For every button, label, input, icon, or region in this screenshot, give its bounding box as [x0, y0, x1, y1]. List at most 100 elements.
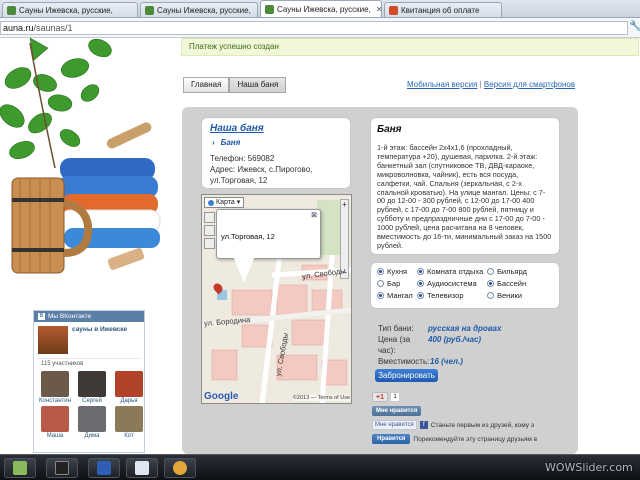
vk-member-name[interactable]: Сергей — [82, 398, 102, 404]
vk-logo-icon: B — [38, 313, 45, 320]
vk-member-name[interactable]: Кот — [124, 433, 133, 439]
vk-member[interactable]: Маша — [38, 406, 72, 439]
browser-tab-4[interactable]: Квитанция об оплате — [384, 2, 502, 17]
browser-tab-3[interactable]: Сауны Ижевска, русские, ✕ — [260, 0, 382, 17]
sauna-contact-card: Наша баня › Баня Телефон: 569082 Адрес: И… — [201, 117, 351, 189]
popup-address: ул.Торговая, 12 — [221, 232, 275, 241]
book-button[interactable]: Забронировать — [375, 369, 438, 382]
tab-our-sauna[interactable]: Наша баня — [229, 77, 287, 93]
close-icon[interactable]: ⊠ — [311, 211, 317, 219]
tab-main[interactable]: Главная — [183, 77, 230, 93]
info-key: час): — [378, 346, 396, 355]
close-tab-icon[interactable]: ✕ — [376, 5, 381, 14]
sauna-address-line-1: Адрес: Ижевск, с.Пирогово, — [210, 165, 313, 174]
vk-group[interactable]: сауны в Ижевске — [34, 322, 144, 358]
vk-member[interactable]: Дарья — [112, 371, 146, 404]
feature-audio: Аудиосистема — [417, 279, 487, 288]
url-path: /saunas/1 — [33, 23, 73, 33]
map-tool-icon[interactable] — [204, 238, 215, 249]
wrench-icon[interactable]: 🔧 — [629, 22, 640, 33]
fb-like-text: Станьте первым из друзей, кому э — [430, 421, 535, 429]
sauna-decoration-image — [0, 38, 161, 274]
feature-check-icon — [487, 292, 494, 299]
feature-lounge: Комната отдыха — [417, 267, 487, 276]
document-icon — [135, 461, 149, 475]
browser-tab-1[interactable]: Сауны Ижевска, русские, — [2, 2, 138, 17]
smartphone-version-link[interactable]: Версия для смартфонов — [484, 80, 575, 89]
location-map[interactable]: Карта ▾ + – ⊠ ул.Торговая, 12 ул. Свобод… — [201, 194, 352, 404]
map-type-selector[interactable]: Карта ▾ — [204, 197, 245, 208]
taskbar-app[interactable] — [46, 458, 78, 478]
vk-member-name[interactable]: Константин — [39, 398, 71, 404]
ok-like-button[interactable]: Нравится — [372, 434, 411, 444]
vk-group-widget: B Мы ВКонтакте сауны в Ижевске 115 участн… — [33, 310, 145, 453]
url-host: auna.ru — [3, 23, 34, 33]
mobile-version-link[interactable]: Мобильная версия — [407, 80, 477, 89]
avatar[interactable] — [41, 371, 69, 397]
gplus-button[interactable]: +1 — [372, 392, 388, 402]
vk-header-text: Мы ВКонтакте — [48, 313, 92, 320]
avatar[interactable] — [41, 406, 69, 432]
map-terms[interactable]: ©2013 — Terms of Use — [292, 395, 350, 401]
taskbar-app[interactable] — [4, 458, 36, 478]
feature-label: Веники — [497, 291, 522, 300]
payment-success-notice: Платеж успешно создан — [181, 38, 639, 56]
vk-group-name[interactable]: сауны в Ижевске — [72, 326, 127, 354]
vk-member-name[interactable]: Дарья — [120, 398, 137, 404]
ok-like-row: Нравится Порекомендуйте эту страницу дру… — [372, 434, 562, 444]
vk-members: Константин Сергей Дарья Маша Дима Кот — [34, 369, 144, 441]
link-separator: | — [479, 80, 482, 89]
tab-label: Сауны Ижевска, русские, — [277, 4, 371, 14]
sauna-title-link[interactable]: Наша баня — [210, 123, 342, 134]
vk-member[interactable]: Дима — [75, 406, 109, 439]
tab-label: Сауны Ижевска, русские, — [157, 5, 251, 15]
feature-check-icon — [417, 280, 424, 287]
feature-billiards: Бильярд — [487, 267, 557, 276]
info-value: русская на дровах — [428, 324, 502, 333]
features-grid: Кухня Комната отдыха Бильярд Бар Аудиоси… — [377, 267, 553, 300]
avatar[interactable] — [115, 406, 143, 432]
feature-pool: Бассейн — [487, 279, 557, 288]
tab-label: Сауны Ижевска, русские, — [19, 5, 113, 15]
feature-tv: Телевизор — [417, 291, 487, 300]
taskbar-app[interactable] — [164, 458, 196, 478]
map-info-popup: ⊠ ул.Торговая, 12 — [216, 209, 321, 259]
feature-label: Кухня — [387, 267, 408, 276]
map-tool-icon[interactable] — [204, 212, 215, 223]
feature-label: Аудиосистема — [427, 279, 477, 288]
vk-member[interactable]: Константин — [38, 371, 72, 404]
sauna-phone: Телефон: 569082 — [210, 154, 275, 163]
map-tool-icon[interactable] — [204, 225, 215, 236]
info-key: Цена (за — [378, 335, 411, 344]
vk-member[interactable]: Сергей — [75, 371, 109, 404]
vk-member[interactable]: Кот — [112, 406, 146, 439]
watermark-part: Slider.com — [575, 461, 633, 474]
feature-label: Мангал — [387, 291, 413, 300]
avatar[interactable] — [78, 406, 106, 432]
feature-label: Бассейн — [497, 279, 527, 288]
vk-member-name[interactable]: Дима — [85, 433, 100, 439]
info-value: 16 (чел.) — [430, 357, 463, 366]
url-field[interactable]: auna.ru/saunas/1 — [0, 21, 628, 35]
info-value: 400 (руб./час) — [428, 335, 482, 344]
avatar[interactable] — [115, 371, 143, 397]
feature-bar: Бар — [377, 279, 417, 288]
app-icon — [13, 461, 27, 475]
wowslider-watermark: WOWSlider.com — [545, 461, 633, 474]
vk-group-avatar[interactable] — [38, 326, 68, 354]
feature-check-icon — [377, 292, 384, 299]
site-favicon-icon — [145, 5, 154, 15]
feature-check-icon — [487, 268, 494, 275]
taskbar-app[interactable] — [88, 458, 120, 478]
info-price-row: Цена (за 400 (руб./час) — [378, 335, 501, 345]
vk-member-name[interactable]: Маша — [47, 433, 64, 439]
vk-member-count: 115 участников — [37, 358, 141, 369]
feature-label: Бильярд — [497, 267, 527, 276]
vk-like-button[interactable]: Мне нравится — [372, 406, 422, 416]
fb-like-button[interactable]: Мне нравится — [372, 420, 417, 430]
features-card: Кухня Комната отдыха Бильярд Бар Аудиоси… — [370, 262, 560, 309]
browser-tab-2[interactable]: Сауны Ижевска, русские, — [140, 2, 258, 17]
avatar[interactable] — [78, 371, 106, 397]
taskbar-app[interactable] — [126, 458, 158, 478]
zoom-in-icon[interactable]: + — [341, 200, 348, 209]
